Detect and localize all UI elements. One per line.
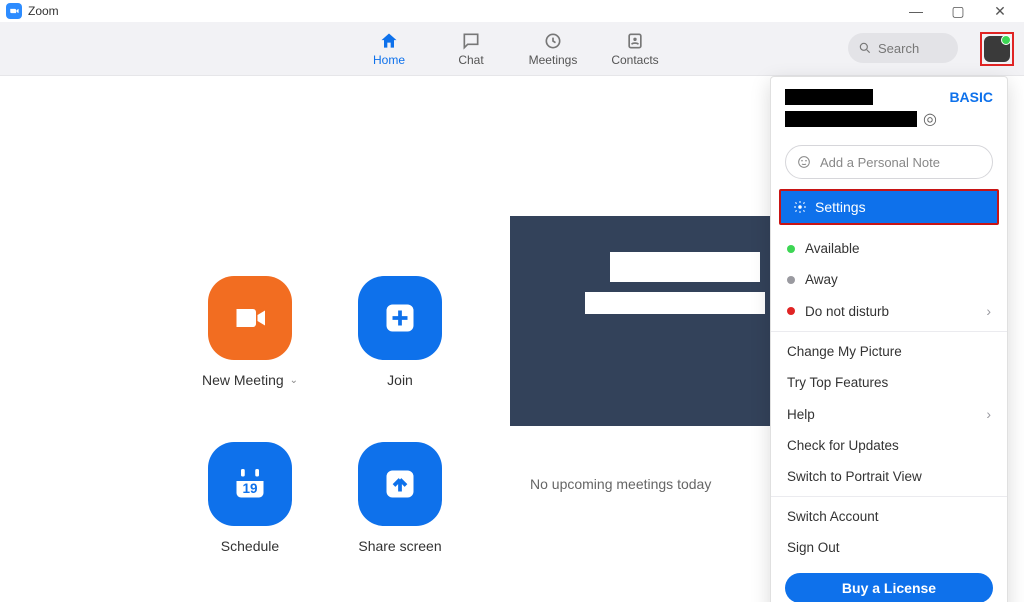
video-icon: [208, 276, 292, 360]
menu-switch-account[interactable]: Switch Account: [771, 501, 1007, 532]
maximize-button[interactable]: ▢: [946, 1, 970, 21]
eye-icon[interactable]: ◎: [923, 109, 937, 129]
smiley-icon: [796, 154, 812, 170]
menu-help[interactable]: Help ›: [771, 398, 1007, 430]
personal-note-placeholder: Add a Personal Note: [820, 155, 940, 170]
status-dot-grey: [787, 276, 795, 284]
plus-icon: [358, 276, 442, 360]
titlebar: Zoom — ▢ ✕: [0, 0, 1024, 22]
search-placeholder: Search: [878, 41, 919, 56]
separator: [771, 496, 1007, 497]
calendar-icon: 19: [208, 442, 292, 526]
redacted-name: [785, 89, 873, 105]
chat-icon: [461, 31, 481, 51]
upcoming-panel: [510, 216, 770, 426]
tile-schedule[interactable]: 19 Schedule: [180, 442, 320, 554]
search-icon: [858, 41, 872, 55]
tile-join-label: Join: [387, 372, 413, 388]
zoom-app-icon: [6, 3, 22, 19]
action-tiles: New Meeting ⌄ Join 19 Schedule Share scr…: [180, 276, 470, 554]
status-dot-green: [787, 245, 795, 253]
menu-check-updates[interactable]: Check for Updates: [771, 430, 1007, 461]
redacted-block: [610, 252, 760, 282]
close-button[interactable]: ✕: [988, 1, 1012, 21]
status-dot-red: [787, 307, 795, 315]
minimize-button[interactable]: —: [904, 1, 928, 21]
status-away-label: Away: [805, 272, 838, 287]
status-dnd-label: Do not disturb: [805, 304, 889, 319]
window-title: Zoom: [28, 4, 59, 18]
menu-settings[interactable]: Settings: [779, 189, 999, 225]
home-icon: [379, 31, 399, 51]
redacted-email: [785, 111, 917, 127]
tile-share-label: Share screen: [358, 538, 441, 554]
menu-try-top-features[interactable]: Try Top Features: [771, 367, 1007, 398]
status-available-label: Available: [805, 241, 860, 256]
redacted-block: [585, 292, 765, 314]
no-upcoming-text: No upcoming meetings today: [530, 476, 711, 492]
nav-meetings-label: Meetings: [529, 53, 578, 67]
tile-schedule-label: Schedule: [221, 538, 279, 554]
chevron-down-icon[interactable]: ⌄: [290, 375, 298, 386]
content-area: New Meeting ⌄ Join 19 Schedule Share scr…: [0, 76, 1024, 600]
tile-new-meeting[interactable]: New Meeting ⌄: [180, 276, 320, 388]
menu-portrait-view[interactable]: Switch to Portrait View: [771, 461, 1007, 492]
profile-menu: ◎ BASIC Add a Personal Note Settings Ava…: [770, 76, 1008, 602]
separator: [771, 331, 1007, 332]
search-box[interactable]: Search: [848, 33, 958, 63]
nav-tabs: Home Chat Meetings Contacts: [364, 31, 660, 67]
nav-home-label: Home: [373, 53, 405, 67]
nav-meetings[interactable]: Meetings: [528, 31, 578, 67]
chevron-right-icon: ›: [986, 303, 991, 319]
menu-sign-out[interactable]: Sign Out: [771, 532, 1007, 563]
nav-chat-label: Chat: [458, 53, 483, 67]
share-icon: [358, 442, 442, 526]
profile-header: ◎ BASIC: [771, 77, 1007, 135]
tile-join[interactable]: Join: [330, 276, 470, 388]
buy-license-button[interactable]: Buy a License: [785, 573, 993, 602]
menu-help-label: Help: [787, 407, 815, 422]
menu-change-picture[interactable]: Change My Picture: [771, 336, 1007, 367]
buy-license-label: Buy a License: [842, 580, 936, 596]
settings-highlight: Settings: [777, 189, 1001, 225]
clock-icon: [543, 31, 563, 51]
avatar-highlight: [980, 32, 1014, 66]
nav-contacts[interactable]: Contacts: [610, 31, 660, 67]
status-available[interactable]: Available: [771, 233, 1007, 264]
profile-avatar[interactable]: [984, 36, 1010, 62]
tile-new-meeting-label: New Meeting: [202, 372, 284, 388]
nav-home[interactable]: Home: [364, 31, 414, 67]
nav-contacts-label: Contacts: [611, 53, 658, 67]
status-dnd[interactable]: Do not disturb ›: [771, 295, 1007, 327]
license-badge: BASIC: [949, 89, 993, 105]
contacts-icon: [625, 31, 645, 51]
nav-chat[interactable]: Chat: [446, 31, 496, 67]
status-away[interactable]: Away: [771, 264, 1007, 295]
main-toolbar: Home Chat Meetings Contacts Search: [0, 22, 1024, 76]
menu-settings-label: Settings: [815, 199, 866, 215]
window-controls: — ▢ ✕: [904, 1, 1018, 21]
tile-share-screen[interactable]: Share screen: [330, 442, 470, 554]
gear-icon: [793, 200, 807, 214]
personal-note-input[interactable]: Add a Personal Note: [785, 145, 993, 179]
chevron-right-icon: ›: [986, 406, 991, 422]
svg-text:19: 19: [242, 481, 257, 496]
